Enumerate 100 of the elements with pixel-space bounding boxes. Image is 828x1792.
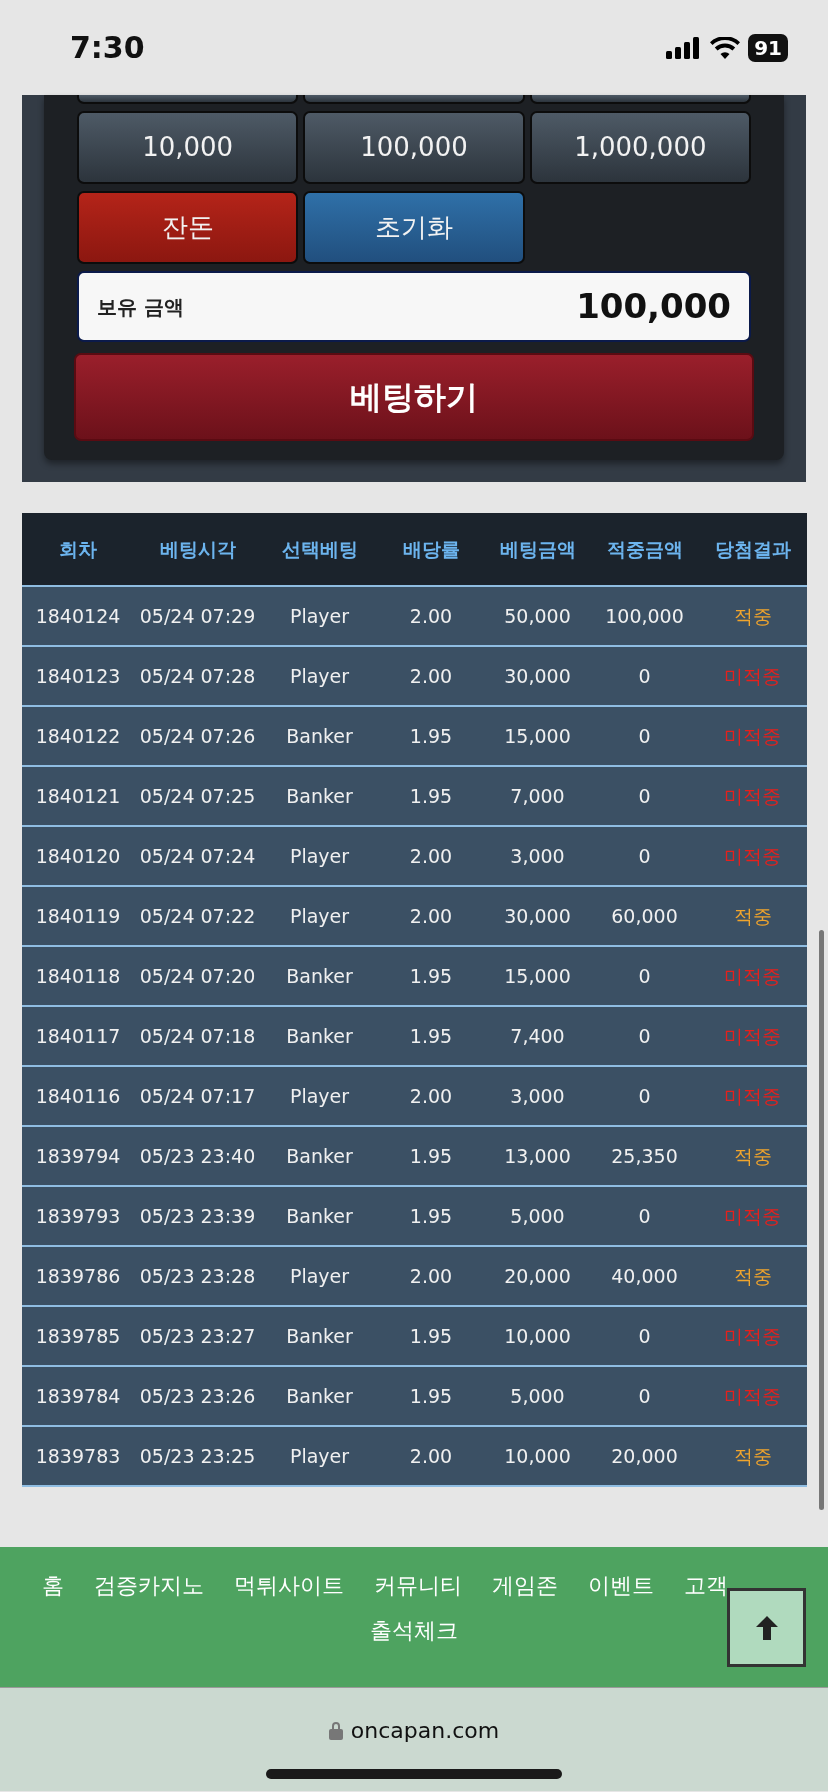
- table-cell: 05/24 07:22: [134, 886, 261, 946]
- table-cell: 7,000: [484, 766, 591, 826]
- table-cell: 1839783: [22, 1426, 134, 1486]
- table-cell: 0: [591, 646, 698, 706]
- bet-button[interactable]: 베팅하기: [74, 353, 754, 441]
- balance-value: 100,000: [576, 285, 731, 328]
- table-cell: 05/24 07:18: [134, 1006, 261, 1066]
- table-cell: 1.95: [378, 1006, 484, 1066]
- change-button[interactable]: 잔돈: [77, 191, 299, 264]
- table-cell: 1839784: [22, 1366, 134, 1426]
- table-cell: Player: [261, 826, 378, 886]
- table-cell: 1840118: [22, 946, 134, 1006]
- table-cell: Banker: [261, 766, 378, 826]
- result-cell: 미적중: [698, 826, 807, 886]
- table-cell: 2.00: [378, 646, 484, 706]
- reset-button[interactable]: 초기화: [303, 191, 525, 264]
- table-cell: 0: [591, 1306, 698, 1366]
- address-bar[interactable]: oncapan.com: [350, 1714, 500, 1747]
- column-header: 베팅금액: [484, 513, 591, 586]
- table-cell: 3,000: [484, 1066, 591, 1126]
- table-cell: 2.00: [378, 826, 484, 886]
- table-cell: 05/24 07:29: [134, 586, 261, 646]
- footer-link[interactable]: 먹튀사이트: [234, 1569, 344, 1602]
- table-cell: 1840117: [22, 1006, 134, 1066]
- table-cell: 2.00: [378, 886, 484, 946]
- footer-link[interactable]: 검증카지노: [94, 1569, 204, 1602]
- table-cell: 60,000: [591, 886, 698, 946]
- table-cell: Player: [261, 646, 378, 706]
- result-cell: 미적중: [698, 1006, 807, 1066]
- result-cell: 적중: [698, 586, 807, 646]
- column-header: 선택베팅: [261, 513, 378, 586]
- table-cell: 05/24 07:20: [134, 946, 261, 1006]
- table-cell: 2.00: [378, 586, 484, 646]
- table-cell: 05/24 07:25: [134, 766, 261, 826]
- table-cell: 1.95: [378, 946, 484, 1006]
- table-cell: 05/23 23:28: [134, 1246, 261, 1306]
- result-cell: 미적중: [698, 946, 807, 1006]
- table-cell: 05/24 07:24: [134, 826, 261, 886]
- table-cell: 1840116: [22, 1066, 134, 1126]
- table-cell: 0: [591, 1366, 698, 1426]
- table-cell: 20,000: [484, 1246, 591, 1306]
- table-cell: Player: [261, 1246, 378, 1306]
- table-cell: 25,350: [591, 1126, 698, 1186]
- table-cell: Player: [261, 1426, 378, 1486]
- result-cell: 미적중: [698, 706, 807, 766]
- table-cell: 1840120: [22, 826, 134, 886]
- table-cell: 0: [591, 826, 698, 886]
- table-cell: 30,000: [484, 646, 591, 706]
- table-cell: 1839786: [22, 1246, 134, 1306]
- balance-label: 보유 금액: [97, 293, 184, 321]
- table-cell: 40,000: [591, 1246, 698, 1306]
- table-cell: 1839794: [22, 1126, 134, 1186]
- table-cell: 05/23 23:40: [134, 1126, 261, 1186]
- table-cell: 2.00: [378, 1246, 484, 1306]
- footer-link[interactable]: 홈: [42, 1569, 64, 1602]
- amount-button[interactable]: [77, 95, 299, 104]
- table-cell: 1.95: [378, 706, 484, 766]
- result-cell: 미적중: [698, 766, 807, 826]
- table-cell: Player: [261, 886, 378, 946]
- amount-button[interactable]: [303, 95, 525, 104]
- table-cell: 50,000: [484, 586, 591, 646]
- table-cell: Player: [261, 586, 378, 646]
- table-cell: Banker: [261, 1186, 378, 1246]
- table-cell: 5,000: [484, 1186, 591, 1246]
- table-cell: 3,000: [484, 826, 591, 886]
- amount-button[interactable]: 100,000: [303, 111, 525, 184]
- table-cell: 1840123: [22, 646, 134, 706]
- table-cell: 10,000: [484, 1426, 591, 1486]
- table-cell: 1839785: [22, 1306, 134, 1366]
- result-cell: 미적중: [698, 646, 807, 706]
- footer-link[interactable]: 출석체크: [42, 1614, 808, 1647]
- footer-link[interactable]: 게임존: [492, 1569, 558, 1602]
- table-cell: Banker: [261, 1006, 378, 1066]
- table-cell: 30,000: [484, 886, 591, 946]
- lock-icon: [328, 1721, 343, 1740]
- column-header: 베팅시각: [134, 513, 261, 586]
- footer-link[interactable]: 고객: [684, 1569, 728, 1602]
- result-cell: 적중: [698, 886, 807, 946]
- result-cell: 적중: [698, 1246, 807, 1306]
- battery-level: 91: [748, 33, 788, 62]
- table-cell: 2.00: [378, 1426, 484, 1486]
- amount-button[interactable]: 1,000,000: [529, 111, 751, 184]
- amount-button[interactable]: [529, 95, 751, 104]
- table-cell: 1839793: [22, 1186, 134, 1246]
- table-cell: 20,000: [591, 1426, 698, 1486]
- table-cell: 05/24 07:17: [134, 1066, 261, 1126]
- table-cell: 0: [591, 1186, 698, 1246]
- table-cell: 05/23 23:25: [134, 1426, 261, 1486]
- table-cell: Banker: [261, 1126, 378, 1186]
- table-cell: Banker: [261, 946, 378, 1006]
- table-cell: 0: [591, 946, 698, 1006]
- table-cell: 0: [591, 766, 698, 826]
- table-cell: 05/24 07:28: [134, 646, 261, 706]
- scroll-top-button[interactable]: [727, 1588, 806, 1667]
- footer-link[interactable]: 이벤트: [588, 1569, 654, 1602]
- result-cell: 미적중: [698, 1366, 807, 1426]
- amount-button[interactable]: 10,000: [77, 111, 299, 184]
- footer-link[interactable]: 커뮤니티: [374, 1569, 462, 1602]
- table-cell: 100,000: [591, 586, 698, 646]
- table-cell: 05/23 23:39: [134, 1186, 261, 1246]
